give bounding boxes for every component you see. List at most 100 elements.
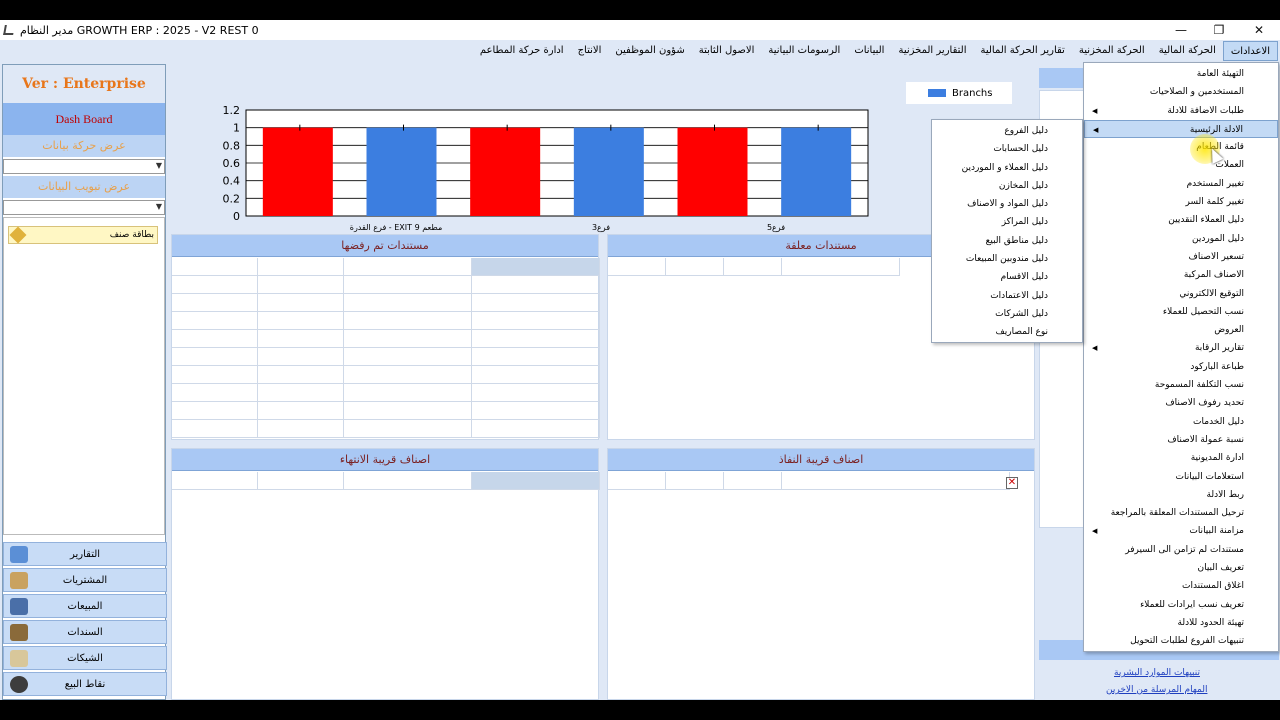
guides-menu-item[interactable]: نوع المصاريف xyxy=(932,323,1082,341)
restore-button[interactable]: ❐ xyxy=(1200,20,1238,40)
menu-settings[interactable]: الاعدادات xyxy=(1222,41,1278,61)
menu-restaurant[interactable]: ادارة حركة المطاعم xyxy=(473,41,571,61)
settings-menu-item[interactable]: اغلاق المستندات xyxy=(1084,577,1278,595)
guides-menu-item[interactable]: دليل مناطق البيع xyxy=(932,232,1082,250)
grid-cell[interactable] xyxy=(344,366,472,384)
settings-menu-item[interactable]: تحديد رفوف الاصناف xyxy=(1084,394,1278,412)
close-icon[interactable]: ✕ xyxy=(1006,477,1018,489)
settings-menu-item[interactable]: طلبات الاضافة للادلة ◀ xyxy=(1084,102,1278,120)
grid-cell[interactable] xyxy=(172,294,258,312)
grid-cell[interactable] xyxy=(258,294,344,312)
grid-cell[interactable] xyxy=(258,312,344,330)
grid-cell[interactable] xyxy=(258,348,344,366)
grid-cell[interactable] xyxy=(472,402,600,420)
close-button[interactable]: ✕ xyxy=(1240,20,1278,40)
settings-menu-item[interactable]: تعريف البيان xyxy=(1084,559,1278,577)
grid-cell[interactable] xyxy=(258,258,344,276)
menu-hr[interactable]: شؤون الموظفين xyxy=(608,41,691,61)
grid-cell[interactable] xyxy=(344,472,472,490)
bar[interactable] xyxy=(366,127,437,216)
settings-menu-item[interactable]: ربط الادلة xyxy=(1084,486,1278,504)
nav-pos[interactable]: نقاط البيع xyxy=(3,672,167,696)
grid-cell[interactable] xyxy=(344,276,472,294)
grid-cell[interactable] xyxy=(172,348,258,366)
grid-cell[interactable] xyxy=(608,258,666,276)
grid-cell[interactable] xyxy=(258,472,344,490)
settings-menu-item[interactable]: نسبة عمولة الاصناف xyxy=(1084,431,1278,449)
grid-cell[interactable] xyxy=(172,258,258,276)
bar[interactable] xyxy=(573,127,644,216)
movement-select[interactable]: ▼ xyxy=(3,159,165,174)
grid-cell[interactable] xyxy=(344,348,472,366)
settings-menu-item[interactable]: نسب التكلفة المسموحة xyxy=(1084,376,1278,394)
settings-menu-item[interactable]: استعلامات البيانات xyxy=(1084,468,1278,486)
settings-menu-item[interactable]: طباعة الباركود xyxy=(1084,358,1278,376)
bar[interactable] xyxy=(262,127,333,216)
grid-cell[interactable] xyxy=(472,312,600,330)
settings-menu-item[interactable]: المستخدمين و الصلاحيات xyxy=(1084,83,1278,101)
settings-menu-item[interactable]: التوقيع الالكتروني xyxy=(1084,285,1278,303)
settings-menu-item[interactable]: دليل الخدمات xyxy=(1084,413,1278,431)
data-tab-select[interactable]: ▼ xyxy=(3,200,165,215)
nav-reports[interactable]: التقارير xyxy=(3,542,167,566)
settings-menu-item[interactable]: نسب التحصيل للعملاء xyxy=(1084,303,1278,321)
bar[interactable] xyxy=(470,127,541,216)
grid-cell[interactable] xyxy=(344,312,472,330)
grid-cell[interactable] xyxy=(472,472,600,490)
hr-alerts-link[interactable]: تنبيهات الموارد البشرية xyxy=(1114,668,1200,678)
rejected-docs-grid[interactable] xyxy=(172,258,600,438)
settings-menu-item[interactable]: قائمة الطعام xyxy=(1084,138,1278,156)
guides-menu-item[interactable]: دليل الشركات xyxy=(932,305,1082,323)
guides-menu-item[interactable]: دليل الفروع xyxy=(932,122,1082,140)
nav-purchases[interactable]: المشتريات xyxy=(3,568,167,592)
guides-menu-item[interactable]: دليل مندوبين المبيعات xyxy=(932,250,1082,268)
grid-cell[interactable] xyxy=(172,402,258,420)
grid-cell[interactable] xyxy=(258,276,344,294)
grid-cell[interactable] xyxy=(172,420,258,438)
settings-menu-item[interactable]: دليل الموردين xyxy=(1084,230,1278,248)
guides-menu-item[interactable]: دليل الاقسام xyxy=(932,268,1082,286)
grid-cell[interactable] xyxy=(472,330,600,348)
grid-cell[interactable] xyxy=(472,384,600,402)
guides-menu-item[interactable]: دليل الاعتمادات xyxy=(932,287,1082,305)
grid-cell[interactable] xyxy=(344,402,472,420)
bar[interactable] xyxy=(781,127,852,216)
settings-menu-item[interactable]: التهيئة العامة xyxy=(1084,65,1278,83)
grid-cell[interactable] xyxy=(258,402,344,420)
settings-menu-item[interactable]: ترحيل المستندات المعلقة بالمراجعة xyxy=(1084,504,1278,522)
grid-cell[interactable] xyxy=(258,366,344,384)
settings-menu-item[interactable]: ادارة المديونية xyxy=(1084,449,1278,467)
settings-menu-item[interactable]: العروض xyxy=(1084,321,1278,339)
settings-menu-item[interactable]: دليل العملاء النقديين xyxy=(1084,211,1278,229)
guides-menu-item[interactable]: دليل العملاء و الموردين xyxy=(932,159,1082,177)
settings-menu-item[interactable]: مستندات لم تزامن الى السيرفر xyxy=(1084,541,1278,559)
grid-cell[interactable] xyxy=(172,472,258,490)
grid-cell[interactable] xyxy=(344,258,472,276)
settings-menu-item[interactable]: تنبيهات الفروع لطلبات التحويل xyxy=(1084,632,1278,650)
near-expiry-grid[interactable] xyxy=(172,472,600,492)
grid-cell[interactable] xyxy=(344,384,472,402)
grid-cell[interactable] xyxy=(172,312,258,330)
grid-cell[interactable] xyxy=(344,294,472,312)
grid-cell[interactable] xyxy=(666,258,724,276)
grid-cell[interactable] xyxy=(472,348,600,366)
grid-cell[interactable] xyxy=(472,276,600,294)
grid-cell[interactable] xyxy=(258,420,344,438)
grid-cell[interactable] xyxy=(258,330,344,348)
grid-cell[interactable] xyxy=(172,276,258,294)
settings-menu-item[interactable]: تسعير الاصناف xyxy=(1084,248,1278,266)
settings-menu-item[interactable]: العملات xyxy=(1084,156,1278,174)
near-out-grid[interactable] xyxy=(608,472,1036,492)
minimize-button[interactable]: — xyxy=(1162,20,1200,40)
guides-menu-item[interactable]: دليل الحسابات xyxy=(932,140,1082,158)
grid-cell[interactable] xyxy=(472,366,600,384)
nav-cheques[interactable]: الشيكات xyxy=(3,646,167,670)
grid-cell[interactable] xyxy=(344,330,472,348)
grid-cell[interactable] xyxy=(172,366,258,384)
menu-fixed-assets[interactable]: الاصول الثابتة xyxy=(692,41,762,61)
menu-charts[interactable]: الرسومات البيانية xyxy=(761,41,847,61)
menu-data[interactable]: البيانات xyxy=(847,41,891,61)
grid-cell[interactable] xyxy=(172,330,258,348)
grid-cell[interactable] xyxy=(666,472,724,490)
settings-menu-item[interactable]: تقارير الرقابة ◀ xyxy=(1084,339,1278,357)
